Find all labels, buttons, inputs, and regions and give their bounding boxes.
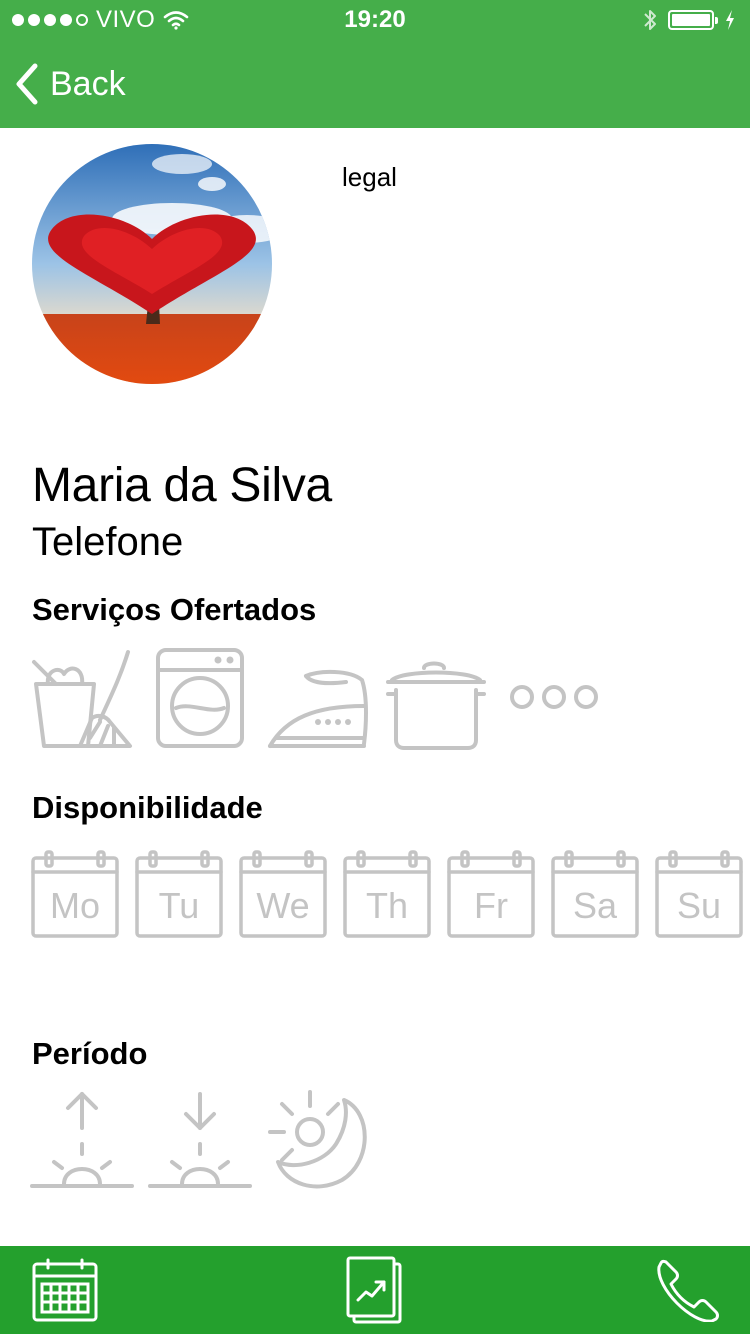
bluetooth-icon [644,10,656,30]
cleaning-icon[interactable] [30,648,134,750]
chevron-left-icon [16,63,38,105]
profile-name: Maria da Silva [32,459,332,512]
battery-icon [668,10,718,30]
day-th-toggle[interactable]: Th [342,850,432,940]
day-label: Fr [474,885,508,926]
bottom-tab-bar [0,1246,750,1334]
day-su-toggle[interactable]: Su [654,850,744,940]
day-tu-toggle[interactable]: Tu [134,850,224,940]
phone-icon[interactable] [652,1258,720,1322]
more-icon[interactable] [508,682,600,712]
day-fr-toggle[interactable]: Fr [446,850,536,940]
period-title: Período [32,1036,148,1071]
day-we-toggle[interactable]: We [238,850,328,940]
day-label: We [256,885,309,926]
profile-note: legal [342,162,397,192]
phone-label[interactable]: Telefone [32,520,183,565]
avatar-image [32,144,272,384]
iron-icon[interactable] [266,668,370,750]
day-label: Tu [159,885,200,926]
day-mo-toggle[interactable]: Mo [30,850,120,940]
navigation-header: VIVO 19:20 Back [0,0,750,128]
day-sa-toggle[interactable]: Sa [550,850,640,940]
day-label: Sa [573,885,618,926]
services-title: Serviços Ofertados [32,592,317,627]
charging-icon [726,10,734,30]
calendar-icon[interactable] [32,1258,98,1322]
day-label: Mo [50,885,100,926]
status-time: 19:20 [344,6,406,33]
back-button[interactable]: Back [14,60,126,108]
report-icon[interactable] [344,1256,404,1326]
status-bar: VIVO 19:20 [0,0,750,40]
day-night-icon[interactable] [266,1086,372,1192]
back-label: Back [50,64,126,103]
sunset-icon[interactable] [148,1088,252,1192]
cooking-pot-icon[interactable] [384,658,488,750]
avatar [32,144,272,384]
washing-machine-icon[interactable] [156,648,246,750]
status-right [642,6,736,34]
day-label: Su [677,885,721,926]
day-label: Th [366,885,408,926]
sunrise-icon[interactable] [30,1088,134,1192]
availability-title: Disponibilidade [32,790,263,825]
